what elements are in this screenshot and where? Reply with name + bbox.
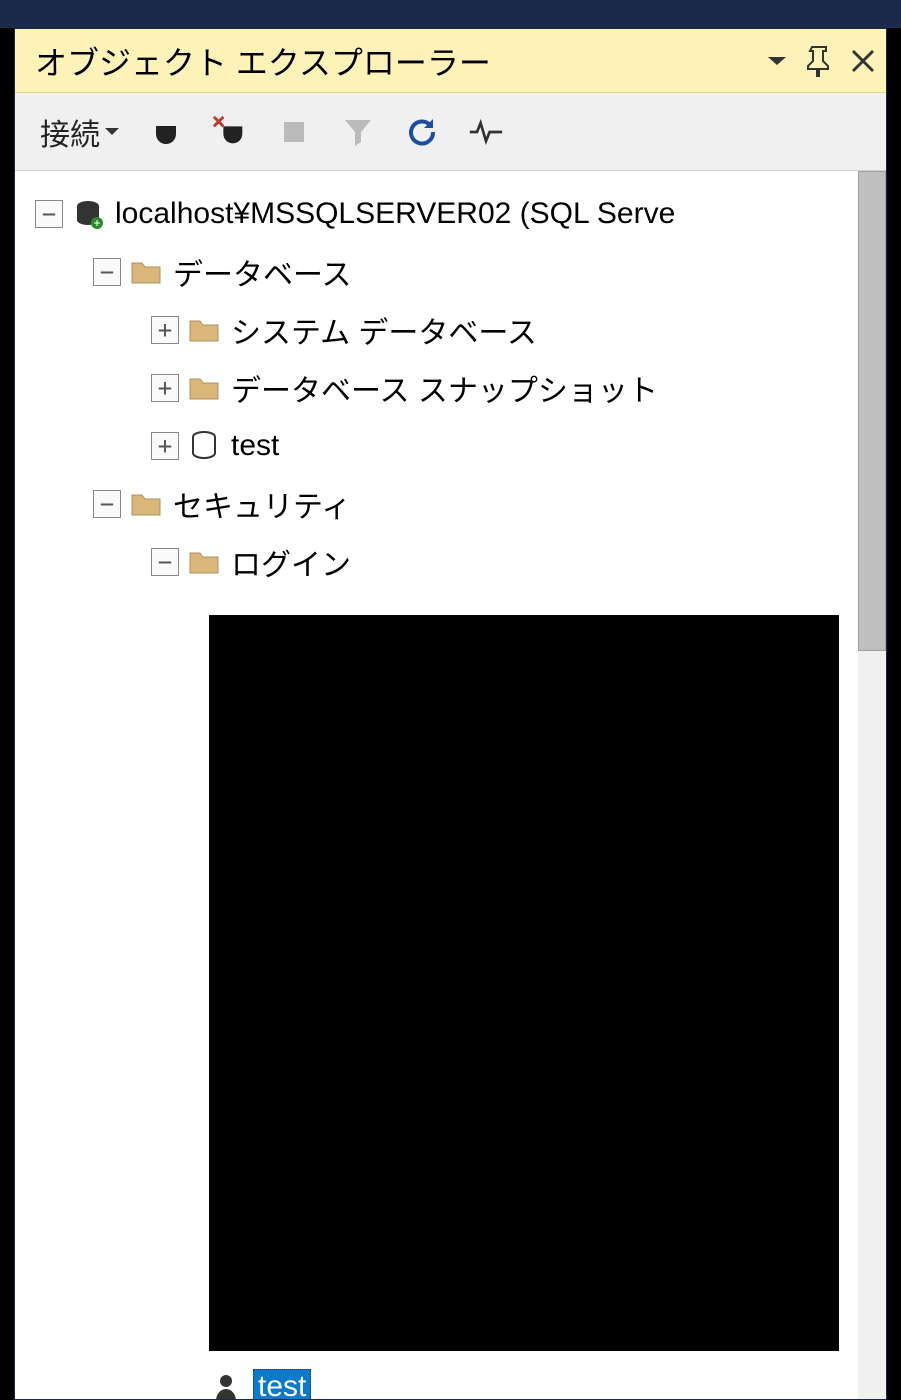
folder-icon: [187, 313, 221, 347]
folder-icon: [187, 371, 221, 405]
database-icon: [187, 429, 221, 463]
server-icon: [71, 197, 105, 231]
pin-icon[interactable]: [806, 45, 832, 77]
expand-icon[interactable]: +: [151, 432, 179, 460]
collapse-icon[interactable]: −: [35, 200, 63, 228]
refresh-icon[interactable]: [404, 114, 440, 150]
activity-monitor-icon[interactable]: [468, 114, 504, 150]
toolbar: 接続: [15, 93, 886, 171]
system-databases-label: システム データベース: [231, 308, 537, 352]
close-icon[interactable]: [850, 48, 876, 74]
folder-icon: [129, 255, 163, 289]
expand-icon[interactable]: +: [151, 316, 179, 344]
collapse-icon[interactable]: −: [93, 490, 121, 518]
tree-node-server[interactable]: − localhost¥MSSQLSERVER02 (SQL Serve: [15, 185, 886, 243]
folder-icon: [187, 545, 221, 579]
tree-node-db-test[interactable]: + test: [15, 417, 886, 475]
tree: − localhost¥MSSQLSERVER02 (SQL Serve − デ…: [15, 171, 886, 591]
tree-node-databases[interactable]: − データベース: [15, 243, 886, 301]
databases-label: データベース: [173, 250, 352, 294]
collapse-icon[interactable]: −: [93, 258, 121, 286]
user-icon: [209, 1370, 243, 1399]
connect-plug-icon[interactable]: [148, 114, 184, 150]
panel-title: オブジェクト エクスプローラー: [35, 38, 766, 84]
connect-label: 接続: [40, 110, 100, 154]
collapse-icon[interactable]: −: [151, 548, 179, 576]
database-snapshots-label: データベース スナップショット: [231, 366, 658, 410]
tree-node-logins[interactable]: − ログイン: [15, 533, 886, 591]
tree-container: − localhost¥MSSQLSERVER02 (SQL Serve − デ…: [15, 171, 886, 1399]
window-top-border: [0, 0, 901, 28]
db-test-label: test: [231, 429, 279, 463]
tree-node-system-databases[interactable]: + システム データベース: [15, 301, 886, 359]
filter-icon[interactable]: [340, 114, 376, 150]
tree-node-login-test[interactable]: test: [209, 1363, 311, 1399]
expand-icon[interactable]: +: [151, 374, 179, 402]
security-label: セキュリティ: [173, 482, 351, 526]
disconnect-plug-icon[interactable]: [212, 114, 248, 150]
object-explorer-panel: オブジェクト エクスプローラー 接続: [14, 28, 887, 1400]
panel-titlebar: オブジェクト エクスプローラー: [15, 29, 886, 93]
redacted-area: [209, 615, 839, 1351]
logins-label: ログイン: [231, 540, 351, 584]
dropdown-icon[interactable]: [766, 54, 788, 68]
titlebar-buttons: [766, 45, 876, 77]
connect-button[interactable]: 接続: [40, 110, 120, 154]
login-test-label: test: [253, 1369, 311, 1399]
folder-icon: [129, 487, 163, 521]
stop-icon[interactable]: [276, 114, 312, 150]
scrollbar-thumb[interactable]: [858, 171, 886, 651]
vertical-scrollbar[interactable]: [858, 171, 886, 1399]
server-label: localhost¥MSSQLSERVER02 (SQL Serve: [115, 197, 675, 231]
tree-node-database-snapshots[interactable]: + データベース スナップショット: [15, 359, 886, 417]
tree-node-security[interactable]: − セキュリティ: [15, 475, 886, 533]
